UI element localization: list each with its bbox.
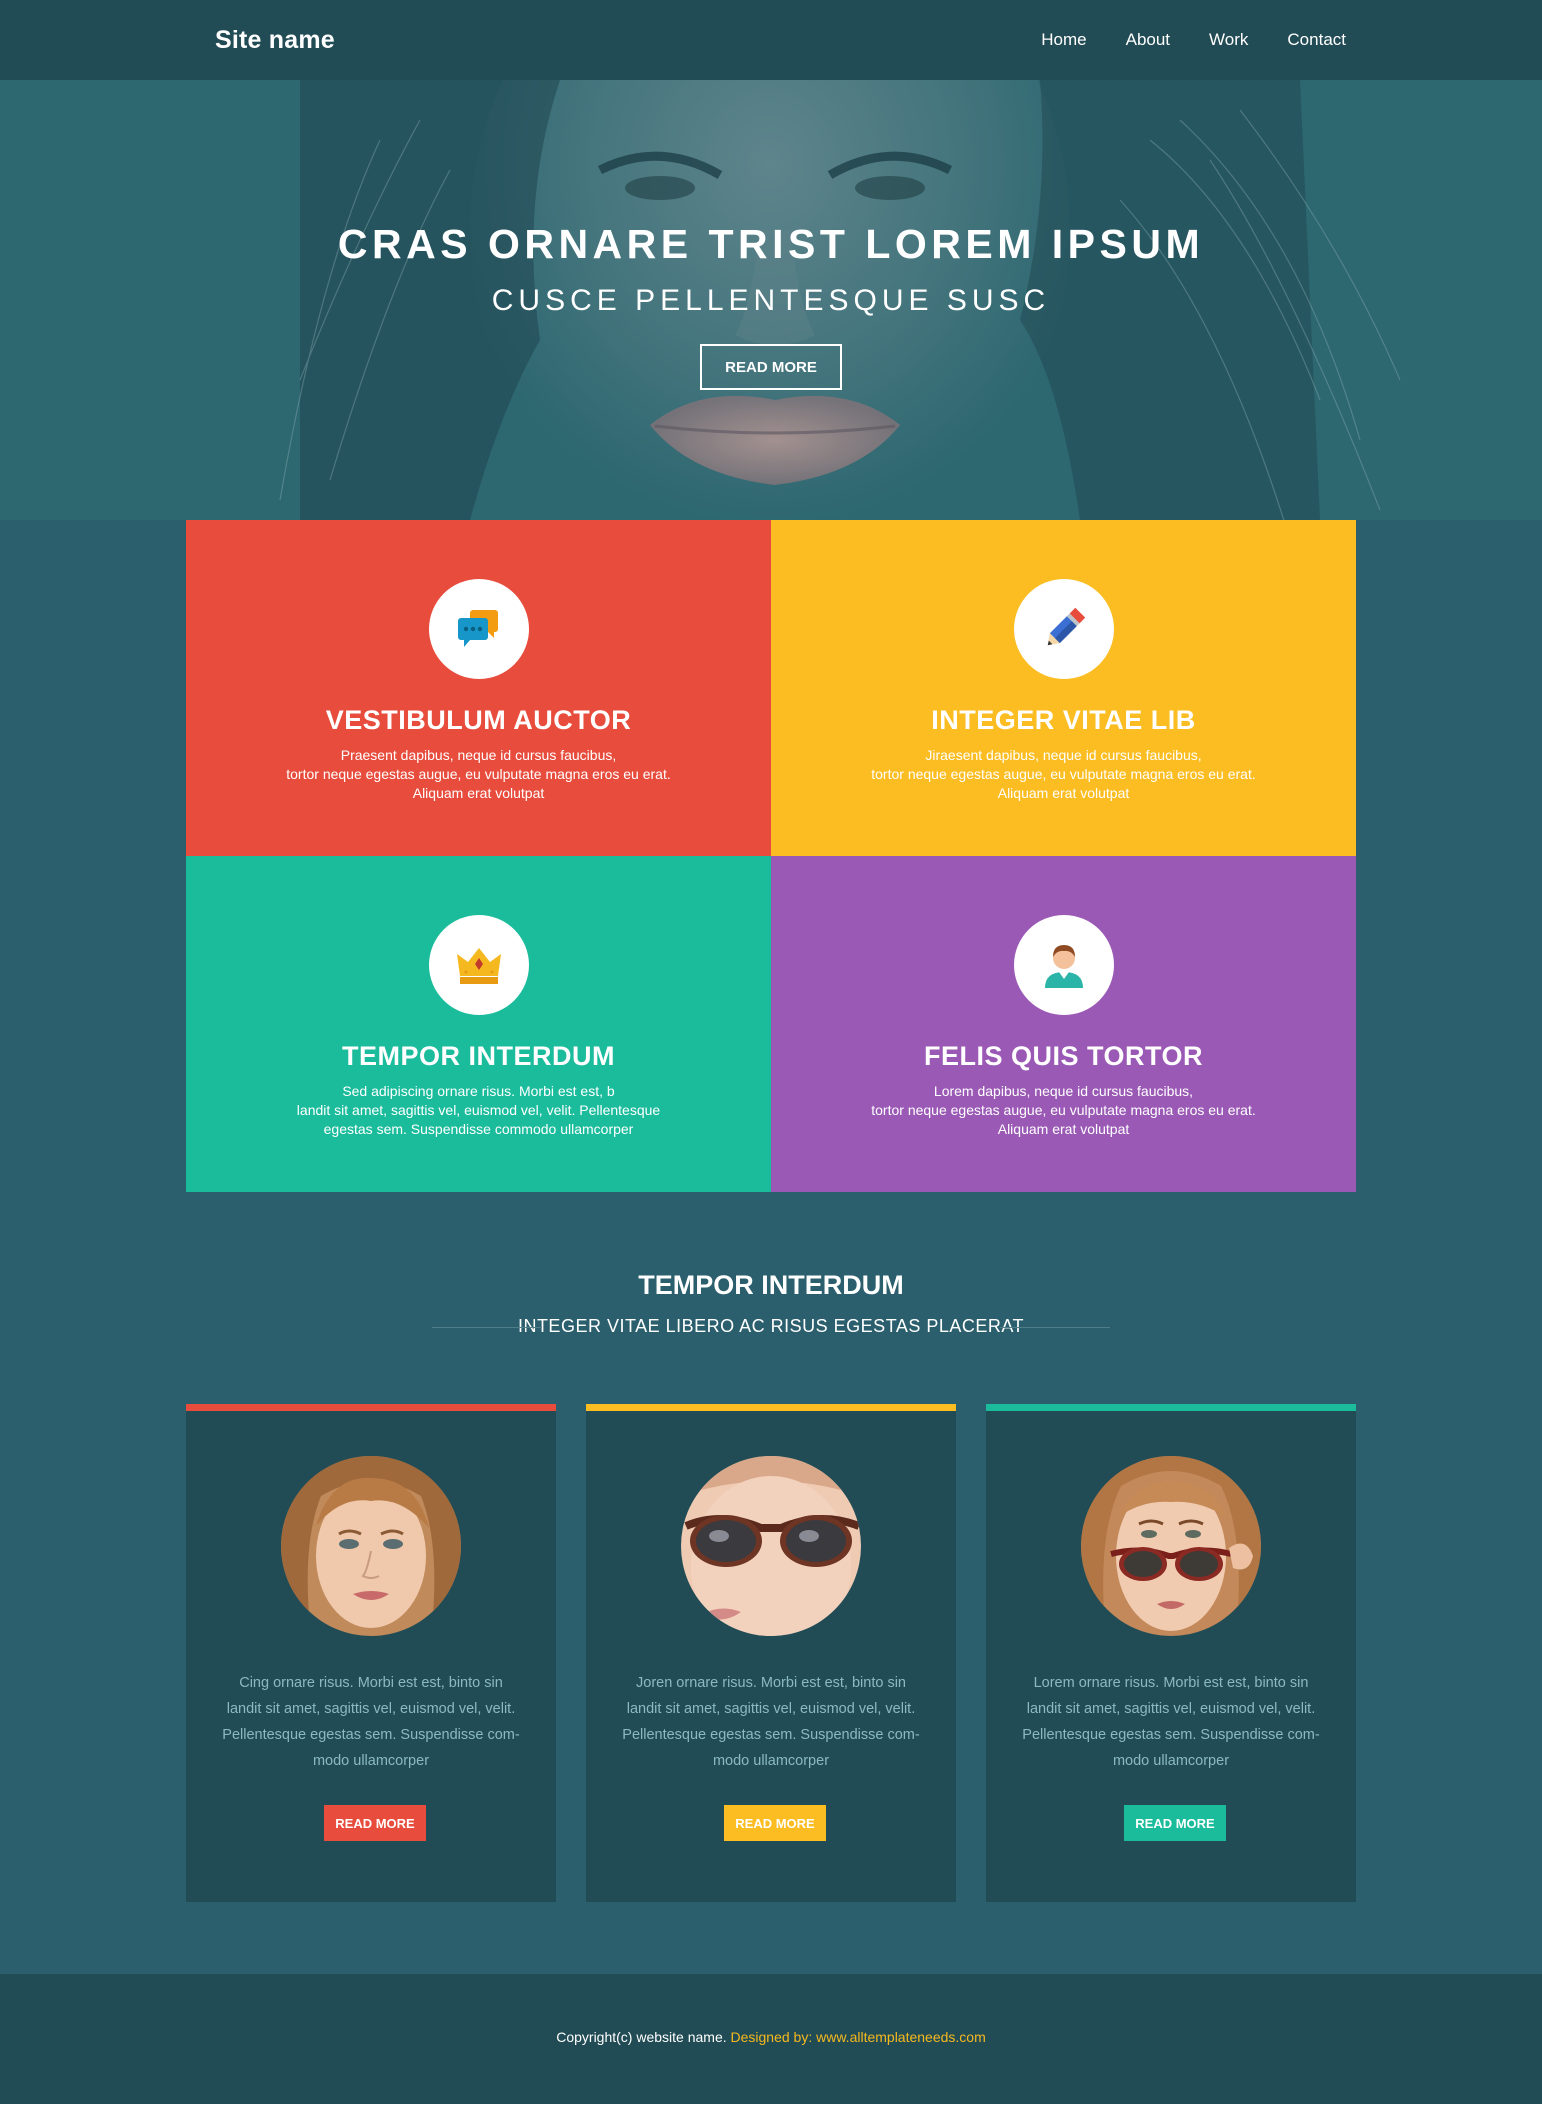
nav-link-work[interactable]: Work <box>1209 30 1248 50</box>
feature-icon-circle <box>1014 579 1114 679</box>
feature-description: Praesent dapibus, neque id cursus faucib… <box>186 746 771 803</box>
avatar <box>281 1456 461 1636</box>
feature-icon-circle <box>429 579 529 679</box>
avatar-portrait-sunglasses <box>681 1456 861 1636</box>
card-read-more-button[interactable]: READ MORE <box>1124 1805 1226 1841</box>
feature-text-line: Aliquam erat volutpat <box>997 1121 1130 1137</box>
feature-icon-circle <box>1014 915 1114 1015</box>
feature-tile-tempor: TEMPOR INTERDUM Sed adipiscing ornare ri… <box>186 856 771 1192</box>
footer: Copyright(c) website name. Designed by: … <box>0 1974 1542 2104</box>
top-navbar: Site name Home About Work Contact <box>0 0 1542 80</box>
avatar <box>1081 1456 1261 1636</box>
feature-title: FELIS QUIS TORTOR <box>923 1041 1204 1071</box>
card-text-line: Cing ornare risus. Morbi est est, binto … <box>239 1675 503 1691</box>
avatar-portrait-blonde <box>281 1456 461 1636</box>
card-text-line: landit sit amet, sagittis vel, euismod v… <box>226 1701 516 1717</box>
footer-copyright-line: Copyright(c) website name. Designed by: … <box>0 2029 1542 2045</box>
card-text-line: Lorem ornare risus. Morbi est est, binto… <box>1033 1675 1309 1691</box>
card-text-line: modo ullamcorper <box>312 1753 430 1769</box>
feature-text-line: tortor neque egestas augue, eu vulputate… <box>286 766 671 782</box>
crown-icon <box>457 948 501 984</box>
section-subtitle-wrap: INTEGER VITAE LIBERO AC RISUS EGESTAS PL… <box>0 1316 1542 1337</box>
card-top-stripe <box>986 1404 1356 1411</box>
card-text-line: landit sit amet, sagittis vel, euismod v… <box>626 1701 916 1717</box>
feature-text-line: Lorem dapibus, neque id cursus faucibus, <box>933 1083 1194 1099</box>
pencil-icon <box>1047 607 1086 646</box>
feature-text-line: landit sit amet, sagittis vel, euismod v… <box>296 1102 661 1118</box>
feature-title: VESTIBULUM AUCTOR <box>325 705 632 735</box>
card-text-line: Joren ornare risus. Morbi est est, binto… <box>636 1675 906 1691</box>
card-read-more-button[interactable]: READ MORE <box>324 1805 426 1841</box>
card-top-stripe <box>186 1404 556 1411</box>
feature-text-line: Praesent dapibus, neque id cursus faucib… <box>340 747 617 763</box>
card-text-line: landit sit amet, sagittis vel, euismod v… <box>1026 1701 1316 1717</box>
divider-line-left <box>432 1327 542 1328</box>
feature-description: Jiraesent dapibus, neque id cursus fauci… <box>771 746 1356 803</box>
feature-grid: VESTIBULUM AUCTOR Praesent dapibus, nequ… <box>186 520 1356 1192</box>
hero-title: CRAS ORNARE TRIST LOREM IPSUM <box>337 221 1205 267</box>
card-text-line: modo ullamcorper <box>1112 1753 1230 1769</box>
card-text-line: Pellentesque egestas sem. Suspendisse co… <box>222 1727 520 1743</box>
nav-link-contact[interactable]: Contact <box>1287 30 1346 50</box>
card-description: Cing ornare risus. Morbi est est, binto … <box>216 1670 526 1774</box>
profile-card: Joren ornare risus. Morbi est est, binto… <box>586 1404 956 1902</box>
feature-text-line: egestas sem. Suspendisse commodo ullamco… <box>323 1121 634 1137</box>
user-icon <box>1045 945 1083 988</box>
feature-tile-vestibulum: VESTIBULUM AUCTOR Praesent dapibus, nequ… <box>186 520 771 856</box>
nav-link-about[interactable]: About <box>1126 30 1170 50</box>
divider-line-right <box>1000 1327 1110 1328</box>
card-text-line: Pellentesque egestas sem. Suspendisse co… <box>1022 1727 1320 1743</box>
feature-text-line: Aliquam erat volutpat <box>412 785 545 801</box>
copyright-text: Copyright(c) website name. <box>556 2029 727 2045</box>
card-description: Joren ornare risus. Morbi est est, binto… <box>616 1670 926 1774</box>
feature-tile-felis: FELIS QUIS TORTOR Lorem dapibus, neque i… <box>771 856 1356 1192</box>
feature-text-line: tortor neque egestas augue, eu vulputate… <box>871 1102 1256 1118</box>
chat-bubbles-icon <box>458 610 498 647</box>
nav-links: Home About Work Contact <box>1041 30 1346 50</box>
feature-text-line: Jiraesent dapibus, neque id cursus fauci… <box>925 747 1202 763</box>
card-description: Lorem ornare risus. Morbi est est, binto… <box>1016 1670 1326 1774</box>
card-top-stripe <box>586 1404 956 1411</box>
avatar-portrait-glasses-lowered <box>1081 1456 1261 1636</box>
feature-tile-integer: INTEGER VITAE LIB Jiraesent dapibus, neq… <box>771 520 1356 856</box>
section-subtitle: INTEGER VITAE LIBERO AC RISUS EGESTAS PL… <box>517 1316 1025 1336</box>
profile-card: Cing ornare risus. Morbi est est, binto … <box>186 1404 556 1902</box>
hero-subtitle: CUSCE PELLENTESQUE SUSC <box>491 284 1051 317</box>
designer-credit-link[interactable]: Designed by: www.alltemplateneeds.com <box>731 2029 986 2045</box>
nav-link-home[interactable]: Home <box>1041 30 1086 50</box>
card-text-line: Pellentesque egestas sem. Suspendisse co… <box>622 1727 920 1743</box>
feature-description: Sed adipiscing ornare risus. Morbi est e… <box>186 1082 771 1139</box>
profile-card: Lorem ornare risus. Morbi est est, binto… <box>986 1404 1356 1902</box>
card-text-line: modo ullamcorper <box>712 1753 830 1769</box>
feature-title: INTEGER VITAE LIB <box>931 705 1196 735</box>
avatar <box>681 1456 861 1636</box>
hero-banner: CRAS ORNARE TRIST LOREM IPSUM CUSCE PELL… <box>0 80 1542 520</box>
feature-text-line: Sed adipiscing ornare risus. Morbi est e… <box>342 1083 615 1099</box>
feature-text-line: tortor neque egestas augue, eu vulputate… <box>871 766 1256 782</box>
feature-description: Lorem dapibus, neque id cursus faucibus,… <box>771 1082 1356 1139</box>
feature-icon-circle <box>429 915 529 1015</box>
site-name-logo[interactable]: Site name <box>215 26 335 55</box>
feature-title: TEMPOR INTERDUM <box>342 1041 615 1071</box>
hero-read-more-button[interactable]: READ MORE <box>700 344 842 390</box>
section-title: TEMPOR INTERDUM <box>638 1270 904 1300</box>
feature-text-line: Aliquam erat volutpat <box>997 785 1130 801</box>
card-read-more-button[interactable]: READ MORE <box>724 1805 826 1841</box>
